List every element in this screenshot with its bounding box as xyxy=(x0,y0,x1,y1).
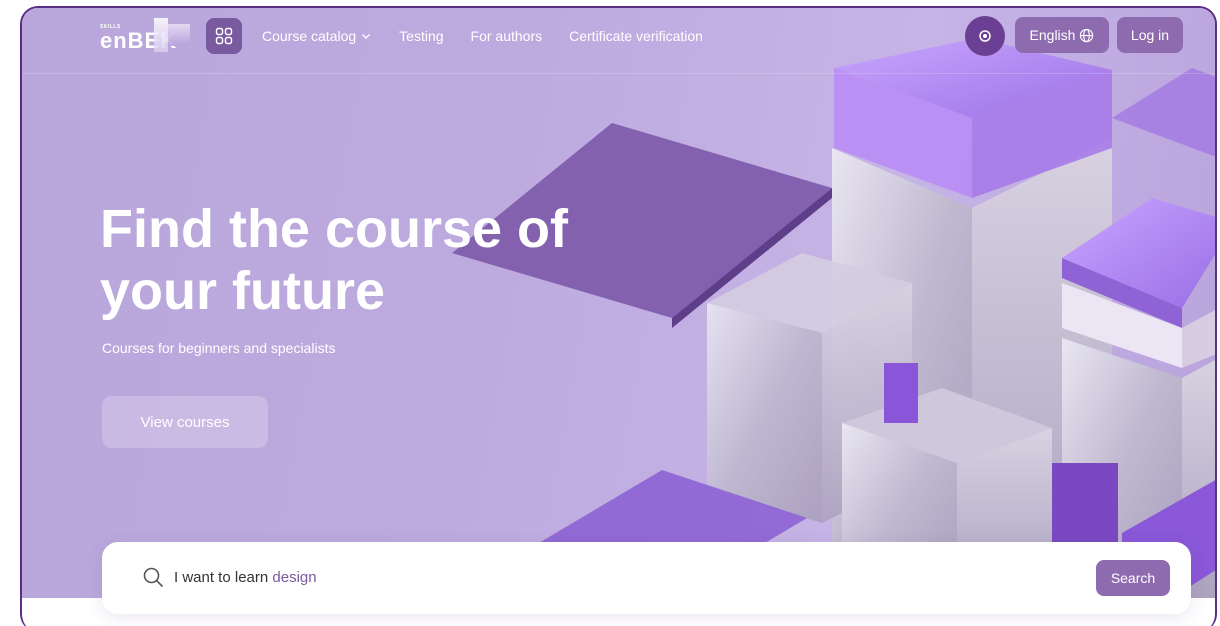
logo-mark-square xyxy=(168,24,190,46)
hero-subtitle: Courses for beginners and specialists xyxy=(102,340,336,356)
search-icon xyxy=(143,567,163,587)
nav-certificate-verification[interactable]: Certificate verification xyxy=(569,28,703,44)
view-courses-button[interactable]: View courses xyxy=(102,396,268,448)
eye-icon xyxy=(979,30,991,42)
nav-testing[interactable]: Testing xyxy=(399,28,443,44)
language-label: English xyxy=(1029,27,1076,43)
hero-title: Find the course of your future xyxy=(100,199,569,321)
search-placeholder-prefix: I want to learn xyxy=(174,569,273,586)
search-input[interactable]: I want to learn design xyxy=(174,569,317,586)
logo-mark xyxy=(154,18,168,52)
chevron-down-icon xyxy=(362,34,371,39)
nav-course-catalog-label: Course catalog xyxy=(262,28,357,44)
main-nav: Course catalog Testing For authors Certi… xyxy=(262,18,703,54)
nav-course-catalog[interactable]: Course catalog xyxy=(262,28,372,44)
search-button[interactable]: Search xyxy=(1096,560,1170,596)
apps-menu-button[interactable] xyxy=(206,18,242,54)
search-placeholder-highlight: design xyxy=(272,569,317,586)
language-selector-button[interactable]: English xyxy=(1015,17,1109,53)
nav-for-authors[interactable]: For authors xyxy=(471,28,543,44)
browser-frame: SKILLS enBEK Course catalog Testing For … xyxy=(20,6,1217,626)
course-search-bar[interactable]: I want to learn design Search xyxy=(102,542,1191,614)
accessibility-view-button[interactable] xyxy=(965,16,1005,56)
hero-section: SKILLS enBEK Course catalog Testing For … xyxy=(22,8,1215,598)
login-button[interactable]: Log in xyxy=(1117,17,1183,53)
globe-icon xyxy=(1080,28,1094,42)
apps-grid-icon xyxy=(215,27,233,45)
top-header: SKILLS enBEK Course catalog Testing For … xyxy=(22,8,1215,74)
site-logo[interactable]: SKILLS enBEK xyxy=(100,18,192,53)
